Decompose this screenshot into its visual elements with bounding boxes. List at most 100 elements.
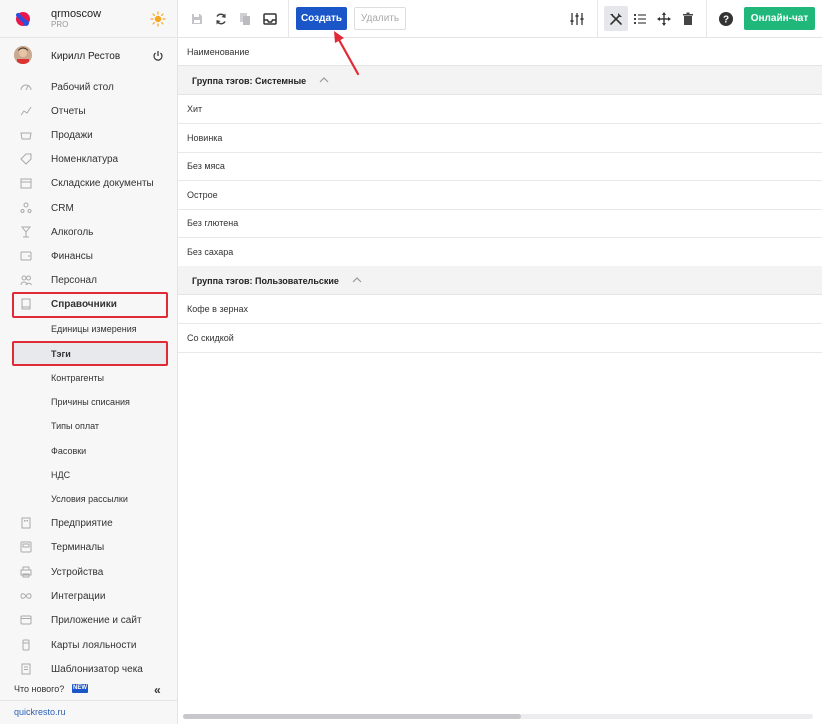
sidebar-item-label: CRM — [51, 203, 74, 214]
list-icon[interactable] — [632, 11, 648, 27]
sidebar-subitem-label: НДС — [51, 470, 71, 480]
table-row[interactable]: Без глютена — [178, 209, 822, 238]
move-icon[interactable] — [656, 11, 672, 27]
sidebar-subitem-label: Условия рассылки — [51, 494, 128, 504]
row-label: Без мяса — [187, 161, 225, 171]
sidebar-item-label: Алкоголь — [51, 227, 94, 238]
sidebar-subitem-contractors[interactable]: Контрагенты — [0, 366, 178, 390]
sidebar-item-alcohol[interactable]: Алкоголь — [0, 220, 178, 244]
sidebar-item-loyalty-cards[interactable]: Карты лояльности — [0, 633, 178, 657]
sidebar-item-devices[interactable]: Устройства — [0, 560, 178, 584]
tools-icon — [610, 13, 622, 25]
chevron-up-icon[interactable] — [319, 75, 329, 85]
online-chat-button[interactable]: Онлайн-чат — [744, 7, 815, 30]
sidebar-item-sales[interactable]: Продажи — [0, 123, 178, 147]
table-row[interactable]: Хит — [178, 95, 822, 124]
basket-icon — [20, 132, 32, 140]
row-label: Без глютена — [187, 218, 239, 228]
toolbar: Создать Удалить ? Онлайн-чат — [178, 0, 822, 38]
row-label: Хит — [187, 104, 203, 114]
chevron-up-icon[interactable] — [352, 275, 362, 285]
table-row[interactable]: Без мяса — [178, 152, 822, 181]
divider — [0, 700, 178, 701]
terminal-icon — [20, 541, 32, 553]
sidebar-subitem-payment-types[interactable]: Типы оплат — [0, 414, 178, 438]
sidebar-item-finance[interactable]: Финансы — [0, 244, 178, 268]
divider — [597, 0, 598, 38]
sidebar-item-label: Номенклатура — [51, 154, 119, 165]
sidebar-item-integrations[interactable]: Интеграции — [0, 584, 178, 608]
whats-new-link[interactable]: Что нового? — [14, 684, 64, 694]
row-label: Со скидкой — [187, 333, 234, 343]
people-icon — [20, 275, 32, 286]
user-profile[interactable]: Кирилл Рестов — [0, 43, 178, 69]
user-name: Кирилл Рестов — [51, 51, 121, 62]
sidebar-item-nomenclature[interactable]: Номенклатура — [0, 147, 178, 171]
sidebar-item-crm[interactable]: CRM — [0, 196, 178, 220]
help-icon[interactable]: ? — [718, 11, 734, 27]
sidebar-item-terminals[interactable]: Терминалы — [0, 535, 178, 559]
highlight-box-references — [12, 292, 168, 318]
table-row[interactable]: Без сахара — [178, 238, 822, 267]
sidebar-subitem-mailing[interactable]: Условия рассылки — [0, 487, 178, 511]
crm-icon — [20, 202, 32, 213]
highlight-box-tags — [12, 341, 168, 366]
brand-name: qrmoscow — [51, 8, 102, 20]
group-row-system[interactable]: Группа тэгов: Системные — [178, 66, 822, 95]
table-row[interactable]: Новинка — [178, 124, 822, 153]
group-title: Группа тэгов: Системные — [192, 76, 307, 86]
sidebar-item-reports[interactable]: Отчеты — [0, 99, 178, 123]
sidebar-item-enterprise[interactable]: Предприятие — [0, 511, 178, 535]
power-icon[interactable] — [152, 50, 164, 62]
horizontal-scrollbar-thumb[interactable] — [183, 714, 521, 719]
row-label: Острое — [187, 190, 218, 200]
glass-icon — [20, 226, 32, 238]
sidebar-item-warehouse[interactable]: Складские документы — [0, 171, 178, 195]
card-icon — [22, 639, 30, 651]
sidebar-item-label: Устройства — [51, 567, 104, 578]
refresh-icon[interactable] — [213, 11, 229, 27]
column-settings-icon[interactable] — [569, 11, 585, 27]
divider — [288, 0, 289, 38]
group-row-custom[interactable]: Группа тэгов: Пользовательские — [178, 266, 822, 295]
table-row[interactable]: Кофе в зернах — [178, 295, 822, 324]
row-label: Кофе в зернах — [187, 304, 248, 314]
sidebar-item-label: Карты лояльности — [51, 640, 137, 651]
sidebar-item-dashboard[interactable]: Рабочий стол — [0, 75, 178, 99]
sidebar-item-app-site[interactable]: Приложение и сайт — [0, 608, 178, 632]
inbox-icon[interactable] — [262, 11, 278, 27]
brand-logo-icon — [16, 12, 30, 26]
brand-header[interactable]: qrmoscow PRO — [0, 0, 178, 38]
create-button[interactable]: Создать — [296, 7, 347, 30]
site-link[interactable]: quickresto.ru — [14, 707, 66, 717]
sidebar-item-receipt-templates[interactable]: Шаблонизатор чека — [0, 657, 178, 681]
column-header-label: Наименование — [187, 47, 250, 57]
sidebar-item-staff[interactable]: Персонал — [0, 268, 178, 292]
table-row[interactable]: Острое — [178, 181, 822, 210]
avatar — [14, 46, 32, 64]
sidebar-subitem-writeoff-reasons[interactable]: Причины списания — [0, 390, 178, 414]
trash-icon[interactable] — [680, 11, 696, 27]
sidebar-subitem-units[interactable]: Единицы измерения — [0, 317, 178, 341]
column-header[interactable]: Наименование — [178, 38, 822, 66]
sun-icon[interactable] — [150, 11, 166, 27]
sidebar-subitem-label: Причины списания — [51, 397, 130, 407]
sidebar-subitem-vat[interactable]: НДС — [0, 463, 178, 487]
sidebar-item-label: Предприятие — [51, 518, 113, 529]
copy-icon[interactable] — [237, 11, 253, 27]
table-row[interactable]: Со скидкой — [178, 324, 822, 353]
save-icon[interactable] — [189, 11, 205, 27]
sidebar-item-label: Продажи — [51, 130, 93, 141]
sidebar-item-label: Терминалы — [51, 542, 105, 553]
delete-button[interactable]: Удалить — [354, 7, 406, 30]
sidebar-subitem-packaging[interactable]: Фасовки — [0, 439, 178, 463]
sidebar-item-label: Интеграции — [51, 591, 106, 602]
sidebar-subitem-label: Единицы измерения — [51, 324, 137, 334]
divider — [706, 0, 707, 38]
tag-icon — [20, 153, 32, 165]
infinity-icon — [20, 593, 32, 599]
collapse-sidebar-icon[interactable]: « — [154, 683, 161, 697]
printer-icon — [20, 566, 32, 578]
sidebar-subitem-label: Фасовки — [51, 446, 87, 456]
app-icon — [20, 615, 32, 625]
